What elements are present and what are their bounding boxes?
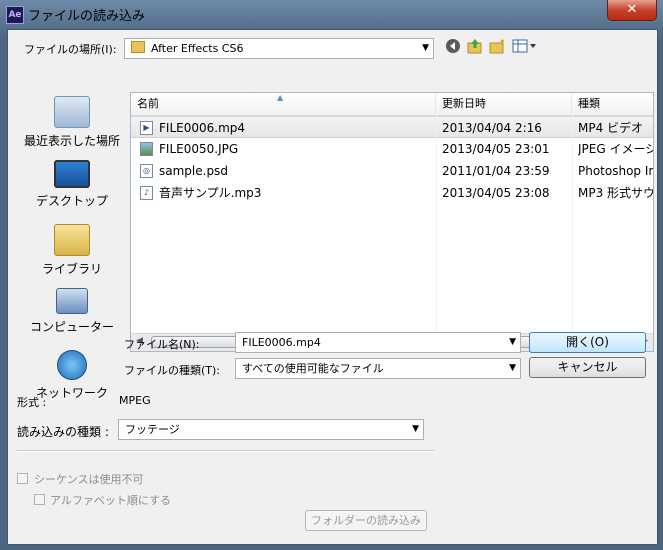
column-date[interactable]: 更新日時 <box>436 93 572 115</box>
filename-input[interactable]: FILE0006.mp4 ▼ <box>235 332 521 353</box>
desktop-icon <box>54 160 90 188</box>
up-folder-icon[interactable] <box>466 38 484 56</box>
psd-file-icon: ◎ <box>140 164 153 178</box>
recent-places-icon <box>54 96 90 128</box>
filetype-label: ファイルの種類(T): <box>124 364 221 377</box>
import-as-select[interactable]: フッテージ ▼ <box>118 419 424 440</box>
places-bar: 最近表示した場所 デスクトップ ライブラリ コンピューター ネットワーク <box>22 92 122 412</box>
back-icon[interactable] <box>444 38 462 56</box>
import-folder-button[interactable]: フォルダーの読み込み <box>305 510 427 531</box>
video-file-icon: ▶ <box>140 121 153 135</box>
alphabetical-label: アルファベット順にする <box>50 494 171 507</box>
place-computer[interactable]: コンピューター <box>22 288 122 335</box>
location-value: After Effects CS6 <box>151 42 244 55</box>
file-row-0[interactable]: ▶ FILE0006.mp4 2013/04/04 2:16 MP4 ビデオ <box>131 116 653 138</box>
location-label: ファイルの場所(I): <box>24 43 117 56</box>
svg-text:✦: ✦ <box>499 38 506 46</box>
column-header: 名前 ▲ 更新日時 種類 <box>131 93 653 116</box>
place-recent[interactable]: 最近表示した場所 <box>22 96 122 149</box>
format-value: MPEG <box>119 394 151 407</box>
dialog-body: ファイルの場所(I): After Effects CS6 ▼ ✦ 最近表示した… <box>7 29 658 545</box>
after-effects-icon: Ae <box>6 6 24 24</box>
image-file-icon <box>140 142 153 156</box>
place-library[interactable]: ライブラリ <box>22 224 122 277</box>
file-row-3[interactable]: ♪ 音声サンプル.mp3 2013/04/05 23:08 MP3 形式サウ <box>131 182 653 204</box>
title-bar[interactable]: Ae ファイルの読み込み ✕ <box>0 0 663 28</box>
filename-value: FILE0006.mp4 <box>242 336 321 349</box>
place-desktop[interactable]: デスクトップ <box>22 160 122 209</box>
import-as-label: 読み込みの種類 : <box>17 425 109 439</box>
cancel-button[interactable]: キャンセル <box>529 357 646 378</box>
new-folder-icon[interactable]: ✦ <box>488 37 506 56</box>
filetype-value: すべての使用可能なファイル <box>242 362 384 375</box>
filetype-select[interactable]: すべての使用可能なファイル ▼ <box>235 358 521 379</box>
open-button[interactable]: 開く(O) <box>529 332 646 353</box>
format-label: 形式 : <box>17 396 47 409</box>
close-button[interactable]: ✕ <box>607 0 657 21</box>
column-type[interactable]: 種類 <box>572 93 653 115</box>
sort-ascending-icon: ▲ <box>277 93 284 102</box>
file-row-1[interactable]: FILE0050.JPG 2013/04/05 23:01 JPEG イメージ <box>131 138 653 160</box>
computer-icon <box>56 288 88 314</box>
view-menu-icon[interactable] <box>512 38 538 56</box>
column-divider <box>572 115 573 335</box>
separator <box>17 450 434 452</box>
library-icon <box>54 224 90 256</box>
chevron-down-icon: ▼ <box>509 337 516 347</box>
chevron-down-icon: ▼ <box>509 363 516 373</box>
chevron-down-icon: ▼ <box>412 424 419 434</box>
chevron-down-icon: ▼ <box>422 43 429 53</box>
import-as-value: フッテージ <box>125 423 180 436</box>
sequence-checkbox[interactable] <box>17 473 28 484</box>
file-row-2[interactable]: ◎ sample.psd 2011/01/04 23:59 Photoshop … <box>131 160 653 182</box>
alphabetical-checkbox[interactable] <box>34 494 45 505</box>
column-name[interactable]: 名前 <box>131 93 436 115</box>
column-divider <box>436 115 437 335</box>
network-icon <box>57 350 87 380</box>
import-file-dialog: Ae ファイルの読み込み ✕ ファイルの場所(I): After Effects… <box>0 0 663 550</box>
location-select[interactable]: After Effects CS6 ▼ <box>124 38 434 59</box>
sequence-label: シーケンスは使用不可 <box>34 473 144 486</box>
file-list[interactable]: 名前 ▲ 更新日時 種類 ▶ FILE0006.mp4 2013/04/04 2… <box>130 92 654 352</box>
window-title: ファイルの読み込み <box>28 9 146 24</box>
filename-label: ファイル名(N): <box>124 338 200 351</box>
audio-file-icon: ♪ <box>140 186 153 200</box>
folder-icon <box>131 41 145 53</box>
